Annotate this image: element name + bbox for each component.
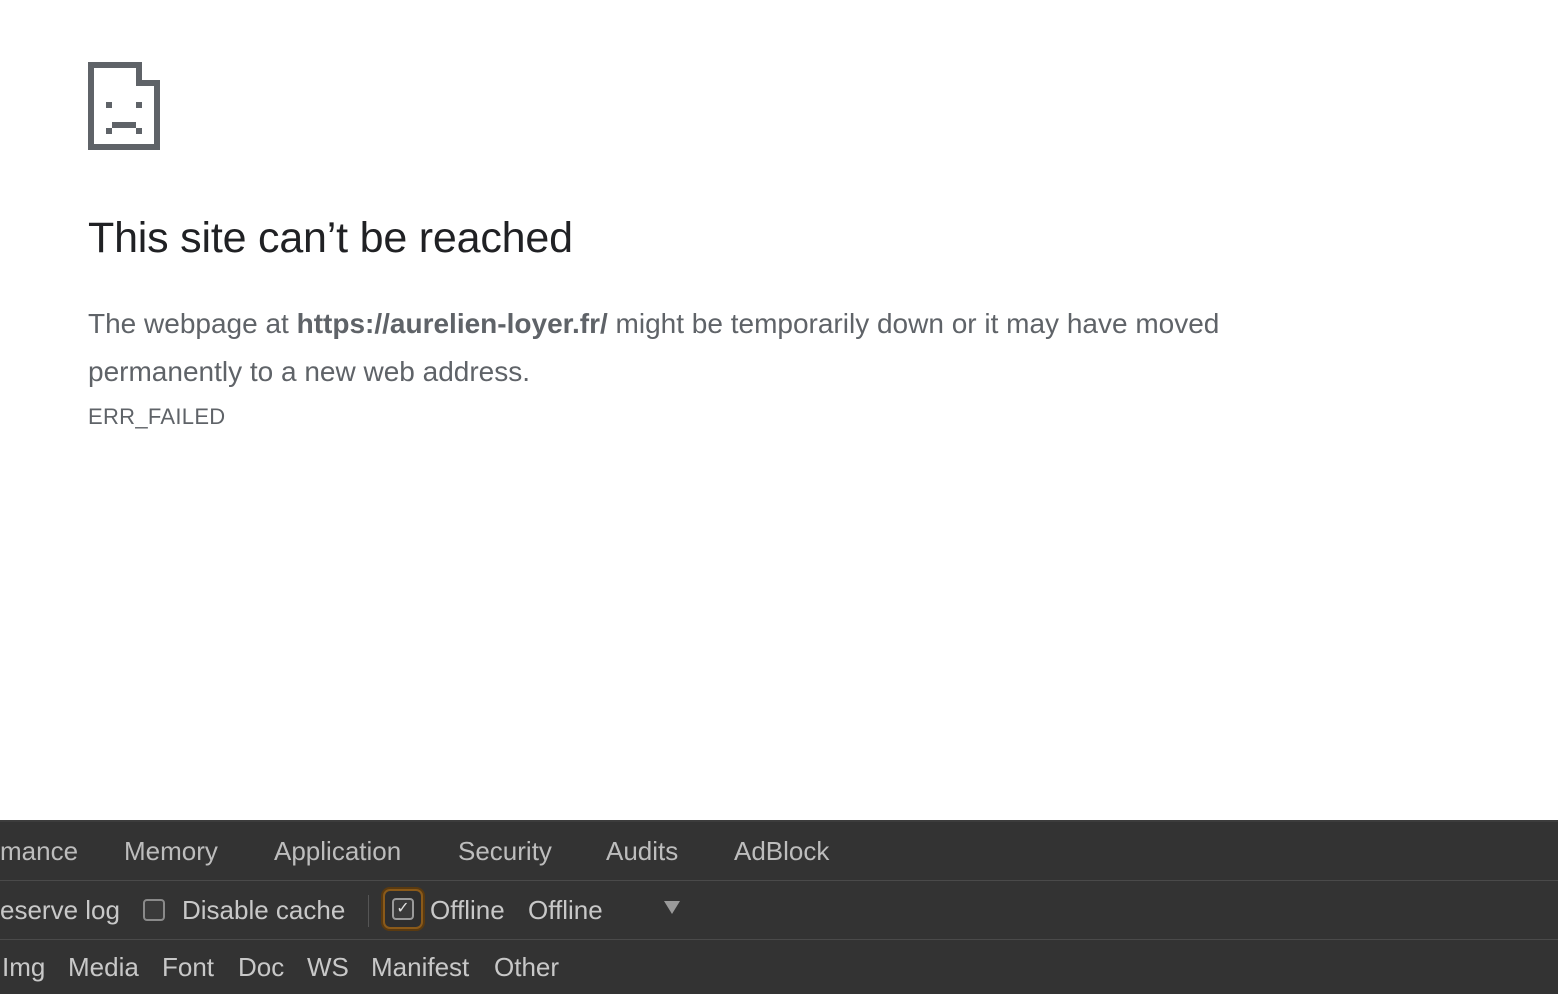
tab-performance[interactable]: mance [0,836,78,867]
devtools-tab-bar: mance Memory Application Security Audits… [0,822,1558,881]
filter-media[interactable]: Media [68,952,139,983]
error-code: ERR_FAILED [88,404,226,429]
filter-doc[interactable]: Doc [238,952,284,983]
throttling-select[interactable]: Offline [528,895,603,926]
offline-label[interactable]: Offline [430,895,505,926]
error-url: https://aurelien-loyer.fr/ [296,308,608,339]
tab-security[interactable]: Security [458,836,552,867]
network-toolbar: eserve log Disable cache ✓ Offline Offli… [0,881,1558,940]
disable-cache-checkbox[interactable] [143,899,165,921]
tab-memory[interactable]: Memory [124,836,218,867]
filter-font[interactable]: Font [162,952,214,983]
disable-cache-label[interactable]: Disable cache [182,895,345,926]
error-message: The webpage at https://aurelien-loyer.fr… [88,300,1348,396]
filter-ws[interactable]: WS [307,952,349,983]
devtools-panel: mance Memory Application Security Audits… [0,820,1558,994]
tab-adblock[interactable]: AdBlock [734,836,829,867]
filter-img[interactable]: Img [2,952,45,983]
offline-checkbox-focus-ring[interactable]: ✓ [383,889,423,929]
resource-filter-bar: Img Media Font Doc WS Manifest Other [0,940,1558,994]
filter-manifest[interactable]: Manifest [371,952,469,983]
error-title: This site can’t be reached [88,214,573,262]
sad-page-icon [88,62,160,150]
tab-audits[interactable]: Audits [606,836,678,867]
filter-other[interactable]: Other [494,952,559,983]
error-message-prefix: The webpage at [88,308,297,339]
preserve-log-label[interactable]: eserve log [0,895,120,926]
error-page: This site can’t be reached The webpage a… [0,0,1558,820]
tab-application[interactable]: Application [274,836,401,867]
offline-checkbox-check-icon[interactable]: ✓ [392,898,414,920]
toolbar-divider [368,895,369,927]
dropdown-arrow-icon[interactable] [664,901,680,914]
